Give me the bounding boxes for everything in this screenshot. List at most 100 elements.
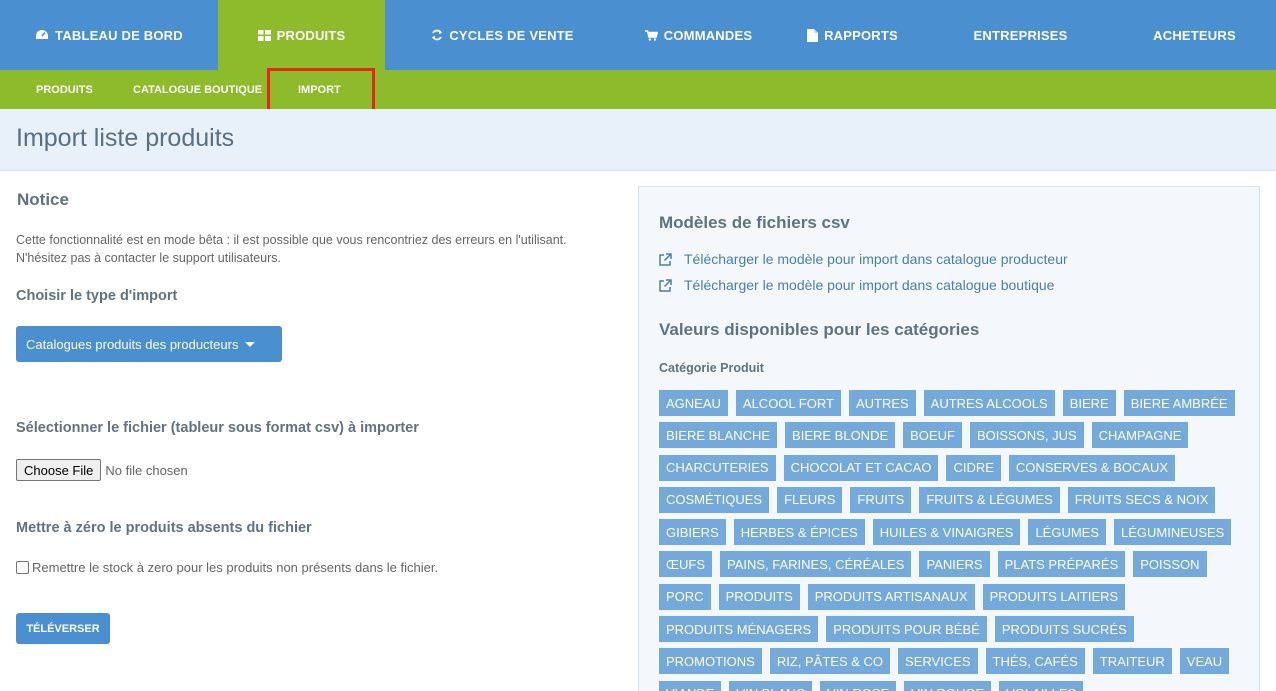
nav-label: COMMANDES bbox=[663, 27, 753, 43]
category-tag: PLATS PRÉPARÉS bbox=[997, 551, 1126, 578]
category-tag: PRODUITS MÉNAGERS bbox=[659, 616, 819, 643]
category-tag: POISSON bbox=[1133, 551, 1207, 578]
category-tag: VIN BLANC bbox=[729, 680, 813, 691]
nav-produits[interactable]: PRODUITS bbox=[218, 0, 385, 70]
notice-line-2: N'hésitez pas à contacter le support uti… bbox=[16, 251, 282, 265]
category-tag: FRUITS SECS & NOIX bbox=[1067, 486, 1216, 513]
upload-button[interactable]: TÉLÉVERSER bbox=[16, 613, 110, 644]
import-type-selected: Catalogues produits des producteurs bbox=[26, 336, 239, 352]
external-link-icon bbox=[659, 278, 672, 292]
nav-label: RAPPORTS bbox=[824, 27, 898, 43]
category-tag: GIBIERS bbox=[659, 519, 726, 546]
category-tag: BIERE BLANCHE bbox=[659, 422, 778, 449]
category-tag: FRUITS bbox=[850, 486, 912, 513]
category-tags: AGNEAU ALCOOL FORT AUTRES AUTRES ALCOOLS BIE… bbox=[659, 390, 1249, 691]
reset-stock-option: Remettre le stock à zero pour les produi… bbox=[16, 560, 438, 575]
category-tag: VIN ROSE bbox=[820, 680, 897, 691]
category-tag: LÉGUMES bbox=[1028, 519, 1107, 546]
nav-cycles-de-vente[interactable]: CYCLES DE VENTE bbox=[385, 0, 620, 70]
import-type-dropdown[interactable]: Catalogues produits des producteurs bbox=[16, 326, 282, 362]
link-label: Télécharger le modèle pour import dans c… bbox=[684, 277, 1055, 293]
category-tag: AGNEAU bbox=[659, 390, 728, 416]
nav-label: PRODUITS bbox=[276, 27, 346, 43]
subnav-catalogue-boutique[interactable]: CATALOGUE BOUTIQUE bbox=[133, 70, 262, 109]
document-icon bbox=[807, 28, 819, 42]
category-tag: VIANDE bbox=[659, 680, 722, 691]
grid-icon bbox=[257, 29, 271, 41]
category-tag: VOLAILLES bbox=[999, 680, 1084, 691]
page-header: Import liste produits bbox=[0, 109, 1276, 171]
category-tag: VIN ROUGE bbox=[904, 680, 992, 691]
file-status: No file chosen bbox=[105, 462, 188, 478]
category-tag: SERVICES bbox=[898, 648, 978, 675]
refresh-icon bbox=[431, 29, 443, 41]
top-nav: TABLEAU DE BORD PRODUITS CYCLES DE VENTE… bbox=[0, 0, 1276, 70]
import-type-label: Choisir le type d'import bbox=[16, 288, 178, 304]
category-tag: PORC bbox=[659, 583, 711, 610]
link-label: Télécharger le modèle pour import dans c… bbox=[684, 251, 1068, 267]
sub-nav: PRODUITS CATALOGUE BOUTIQUE IMPORT bbox=[0, 68, 1276, 112]
category-tag: PROMOTIONS bbox=[659, 648, 762, 675]
category-tag: PANIERS bbox=[919, 551, 990, 578]
notice-line-1: Cette fonctionnalité est en mode bêta : … bbox=[16, 233, 567, 247]
category-tag: CHARCUTERIES bbox=[659, 454, 776, 481]
category-tag: HERBES & ÉPICES bbox=[733, 519, 865, 546]
category-tag: PRODUITS ARTISANAUX bbox=[807, 583, 975, 610]
category-tag: HUILES & VINAIGRES bbox=[872, 519, 1021, 546]
dashboard-icon bbox=[35, 29, 49, 41]
category-tag: PRODUITS bbox=[718, 583, 800, 610]
category-tag: VEAU bbox=[1179, 648, 1230, 675]
category-tag: CIDRE bbox=[946, 454, 1001, 481]
category-tag: PAINS, FARINES, CÉRÉALES bbox=[720, 551, 912, 578]
category-subtitle: Catégorie Produit bbox=[659, 361, 764, 375]
category-tag: BOEUF bbox=[903, 422, 962, 449]
category-tag: BIERE AMBRÉE bbox=[1123, 390, 1235, 416]
nav-commandes[interactable]: COMMANDES bbox=[620, 0, 777, 70]
templates-title: Modèles de fichiers csv bbox=[659, 213, 850, 232]
nav-label: CYCLES DE VENTE bbox=[449, 27, 574, 43]
category-tag: FLEURS bbox=[777, 486, 843, 513]
file-label: Sélectionner le fichier (tableur sous fo… bbox=[16, 420, 419, 436]
nav-label: TABLEAU DE BORD bbox=[55, 27, 183, 43]
reset-label: Mettre à zéro le produits absents du fic… bbox=[16, 520, 312, 536]
nav-tableau-de-bord[interactable]: TABLEAU DE BORD bbox=[0, 0, 218, 70]
nav-acheteurs[interactable]: ACHETEURS bbox=[1113, 0, 1276, 70]
category-tag: COSMÉTIQUES bbox=[659, 486, 770, 513]
nav-entreprises[interactable]: ENTREPRISES bbox=[928, 0, 1113, 70]
category-tag: ŒUFS bbox=[659, 551, 712, 578]
categories-title: Valeurs disponibles pour les catégories bbox=[659, 320, 980, 339]
reset-stock-checkbox-label[interactable]: Remettre le stock à zero pour les produi… bbox=[32, 560, 438, 575]
external-link-icon bbox=[659, 252, 672, 266]
cart-icon bbox=[644, 29, 658, 41]
page-title: Import liste produits bbox=[16, 124, 235, 152]
subnav-produits[interactable]: PRODUITS bbox=[36, 70, 93, 109]
file-picker: Choose File No file chosen bbox=[16, 459, 188, 481]
category-tag: AUTRES ALCOOLS bbox=[923, 390, 1055, 416]
category-tag: FRUITS & LÉGUMES bbox=[919, 486, 1060, 513]
category-tag: RIZ, PÂTES & CO bbox=[769, 648, 891, 675]
download-producer-template-link[interactable]: Télécharger le modèle pour import dans c… bbox=[659, 251, 1068, 267]
choose-file-button[interactable]: Choose File bbox=[16, 459, 102, 481]
info-panel: Modèles de fichiers csv Télécharger le m… bbox=[638, 186, 1260, 691]
category-tag: LÉGUMINEUSES bbox=[1114, 519, 1232, 546]
category-tag: ALCOOL FORT bbox=[735, 390, 841, 416]
category-tag: BIERE BLONDE bbox=[785, 422, 896, 449]
category-tag: CHOCOLAT ET CACAO bbox=[783, 454, 939, 481]
caret-down-icon bbox=[245, 341, 256, 347]
nav-label: ACHETEURS bbox=[1153, 27, 1236, 43]
category-tag: TRAITEUR bbox=[1092, 648, 1172, 675]
nav-label: ENTREPRISES bbox=[973, 27, 1068, 43]
download-shop-template-link[interactable]: Télécharger le modèle pour import dans c… bbox=[659, 277, 1054, 293]
category-tag: CONSERVES & BOCAUX bbox=[1008, 454, 1176, 481]
notice-text: Cette fonctionnalité est en mode bêta : … bbox=[16, 231, 626, 267]
reset-stock-checkbox[interactable] bbox=[16, 561, 29, 574]
category-tag: CHAMPAGNE bbox=[1091, 422, 1189, 449]
category-tag: BOISSONS, JUS bbox=[969, 422, 1084, 449]
highlight-box bbox=[267, 68, 375, 112]
category-tag: THÉS, CAFÉS bbox=[985, 648, 1085, 675]
notice-title: Notice bbox=[17, 190, 69, 209]
nav-rapports[interactable]: RAPPORTS bbox=[777, 0, 928, 70]
category-tag: BIERE bbox=[1062, 390, 1116, 416]
category-tag: PRODUITS LAITIERS bbox=[982, 583, 1126, 610]
category-tag: AUTRES bbox=[848, 390, 916, 416]
